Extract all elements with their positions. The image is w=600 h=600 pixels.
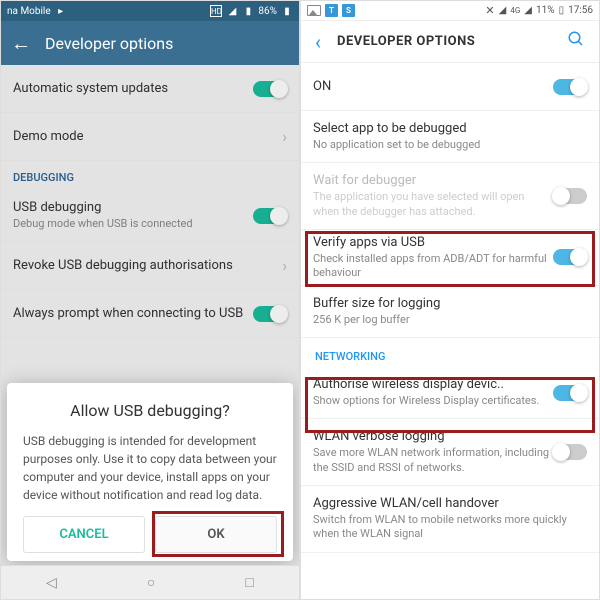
dialog-buttons: CANCEL OK [23,516,277,553]
section-debugging: DEBUGGING [1,161,299,190]
row-auto-updates[interactable]: Automatic system updates [1,65,299,113]
row-label: Automatic system updates [13,81,253,96]
4g-icon: 4G [510,6,520,15]
section-networking: NETWORKING [301,338,599,367]
battery-pct-r: 11% [536,5,555,16]
sim-icon: ▸ [55,5,67,17]
chevron-right-icon: › [274,127,287,146]
row-label: Select app to be debugged [313,121,587,136]
row-usb-debugging[interactable]: USB debugging Debug mode when USB is con… [1,190,299,242]
row-verify-usb[interactable]: Verify apps via USB Check installed apps… [301,230,599,286]
gallery-icon [307,5,321,16]
toggle-wlan-verbose[interactable] [553,444,587,460]
row-label: Wait for debugger [313,173,553,188]
vibrate-icon: ✕ [485,4,494,17]
row-label: Verify apps via USB [313,235,553,250]
page-title-left: Developer options [45,34,173,53]
signal2-icon: ◢ [524,5,532,16]
app-icon-s: S [342,4,355,17]
row-sublabel: 256 K per log buffer [313,313,587,327]
row-aggressive-handover[interactable]: Aggressive WLAN/cell handover Switch fro… [301,486,599,553]
back-icon[interactable]: ‹ [315,30,321,54]
signal-icon: ◢ [499,5,507,16]
row-always-prompt[interactable]: Always prompt when connecting to USB [1,290,299,338]
right-phone-panel: T S ✕ ◢ 4G ◢ 11% ▯ 17:56 ‹ DEVELOPER OPT… [300,0,600,600]
row-label: Demo mode [13,129,274,144]
row-label: Buffer size for logging [313,296,587,311]
navbar-left: ◁ ○ □ [1,565,299,599]
statusbar-right: T S ✕ ◢ 4G ◢ 11% ▯ 17:56 [301,1,599,21]
search-icon[interactable] [567,30,585,53]
row-label: Revoke USB debugging authorisations [13,258,274,273]
row-sublabel: Save more WLAN network information, incl… [313,446,553,475]
row-sublabel: Show options for Wireless Display certif… [313,394,553,408]
battery-icon: ▮ [281,5,293,17]
toggle-auto-updates[interactable] [253,81,287,97]
row-authorise-wireless[interactable]: Authorise wireless display devic.. Show … [301,367,599,419]
row-revoke-auth[interactable]: Revoke USB debugging authorisations › [1,242,299,290]
row-label: Aggressive WLAN/cell handover [313,496,587,511]
toggle-always-prompt[interactable] [253,306,287,322]
carrier-label: na Mobile [7,6,51,17]
row-sublabel: Switch from WLAN to mobile networks more… [313,513,587,542]
toggle-master[interactable] [553,79,587,95]
battery-icon: ▯ [559,5,565,16]
app-icon-t: T [325,4,338,17]
row-sublabel: Debug mode when USB is connected [13,217,253,231]
hd-icon: HD [210,5,222,17]
page-title-right: DEVELOPER OPTIONS [337,34,551,49]
row-demo-mode[interactable]: Demo mode › [1,113,299,161]
row-wlan-verbose[interactable]: WLAN verbose logging Save more WLAN netw… [301,419,599,486]
row-select-app[interactable]: Select app to be debugged No application… [301,111,599,163]
signal-icon: ▮ [242,5,254,17]
time-label: 17:56 [568,5,593,16]
ok-button[interactable]: OK [155,516,277,553]
row-label: Always prompt when connecting to USB [13,306,253,321]
statusbar-left: na Mobile ▸ HD ◢ ▮ 86% ▮ [1,1,299,21]
row-label: ON [313,79,553,94]
row-label: Authorise wireless display devic.. [313,377,553,392]
right-settings-list: ON Select app to be debugged No applicat… [301,63,599,599]
header-left: ← Developer options [1,21,299,65]
toggle-usb-debugging[interactable] [253,208,287,224]
battery-pct: 86% [258,6,277,17]
row-buffer-size[interactable]: Buffer size for logging 256 K per log bu… [301,286,599,338]
row-master-on[interactable]: ON [301,63,599,111]
row-sublabel: Check installed apps from ADB/ADT for ha… [313,252,553,281]
left-phone-panel: na Mobile ▸ HD ◢ ▮ 86% ▮ ← Developer opt… [0,0,300,600]
nav-home-icon[interactable]: ○ [147,574,155,591]
toggle-authorise-wireless[interactable] [553,385,587,401]
row-wait-debugger: Wait for debugger The application you ha… [301,163,599,230]
nav-recent-icon[interactable]: □ [245,574,253,591]
toggle-verify-usb[interactable] [553,249,587,265]
row-sublabel: The application you have selected will o… [313,190,553,219]
dialog-title: Allow USB debugging? [23,401,277,420]
toggle-wait-debugger [553,188,587,204]
row-sublabel: No application set to be debugged [313,138,587,152]
cancel-button[interactable]: CANCEL [23,516,145,553]
wifi-icon: ◢ [226,5,238,17]
back-icon[interactable]: ← [11,31,31,56]
usb-debugging-dialog: Allow USB debugging? USB debugging is in… [7,383,293,561]
chevron-right-icon: › [274,256,287,275]
row-label: USB debugging [13,200,253,215]
header-right: ‹ DEVELOPER OPTIONS [301,21,599,63]
nav-back-icon[interactable]: ◁ [46,575,57,591]
row-label: WLAN verbose logging [313,429,553,444]
dialog-body: USB debugging is intended for developmen… [23,432,277,504]
